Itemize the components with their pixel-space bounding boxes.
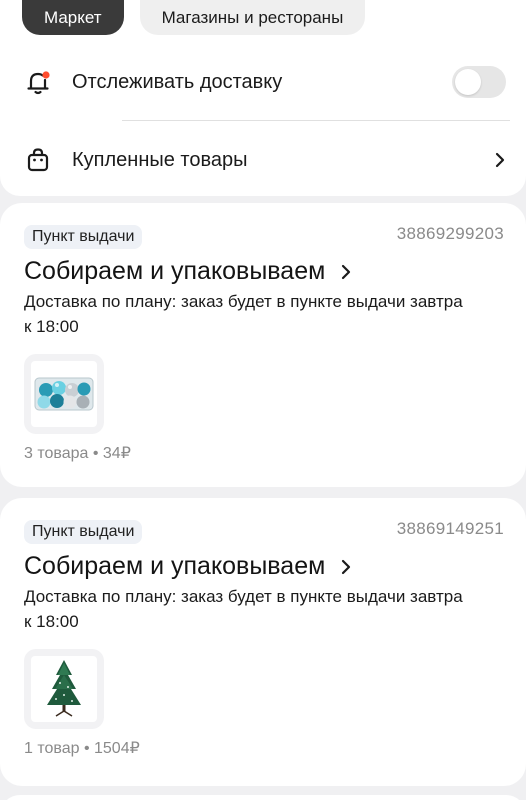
order-status-link[interactable]: Собираем и упаковываем [24,552,353,581]
christmas-tree-icon [31,656,97,722]
purchased-items-row[interactable]: Купленные товары [22,140,526,180]
service-tabs: Маркет Магазины и рестораны [22,0,366,35]
bell-icon [22,66,54,98]
chevron-right-icon [339,262,353,282]
tab-market[interactable]: Маркет [22,0,124,35]
track-delivery-row[interactable]: Отслеживать доставку [22,62,526,102]
order-number: 38869149251 [396,519,504,538]
track-delivery-toggle[interactable] [452,66,506,98]
tab-shops-restaurants[interactable]: Магазины и рестораны [139,0,366,35]
order-number: 38869299203 [396,224,504,243]
toggle-knob [455,69,481,95]
track-delivery-label: Отслеживать доставку [72,70,283,93]
order-status-link[interactable]: Собираем и упаковываем [24,257,353,286]
product-thumbnail[interactable] [24,354,104,434]
shopping-bag-icon [22,144,54,176]
pickup-point-badge: Пункт выдачи [24,520,143,544]
chevron-right-icon [339,557,353,577]
product-thumbnail[interactable] [24,649,104,729]
order-summary: 3 товара • 34₽ [24,445,131,462]
chevron-right-icon [492,150,508,170]
order-summary: 1 товар • 1504₽ [24,740,140,757]
delivery-description: Доставка по плану: заказ будет в пункте … [24,289,494,339]
order-status-title: Собираем и упаковываем [24,552,326,580]
delivery-description-line1: Доставка по плану: заказ будет в пункте … [24,587,463,606]
order-status-title: Собираем и упаковываем [24,257,326,285]
order-card[interactable] [0,795,526,800]
delivery-description-line1: Доставка по плану: заказ будет в пункте … [24,292,463,311]
delivery-description-line2: к 18:00 [24,317,79,336]
pickup-point-badge: Пункт выдачи [24,225,143,249]
ornaments-box-icon [31,361,97,427]
delivery-description-line2: к 18:00 [24,612,79,631]
purchased-items-label: Купленные товары [72,148,248,171]
order-card[interactable]: Пункт выдачи 38869299203 Собираем и упак… [0,203,526,487]
header-panel: Маркет Магазины и рестораны Отслеживать … [0,0,526,196]
divider [122,120,510,121]
delivery-description: Доставка по плану: заказ будет в пункте … [24,584,494,634]
order-card[interactable]: Пункт выдачи 38869149251 Собираем и упак… [0,498,526,786]
